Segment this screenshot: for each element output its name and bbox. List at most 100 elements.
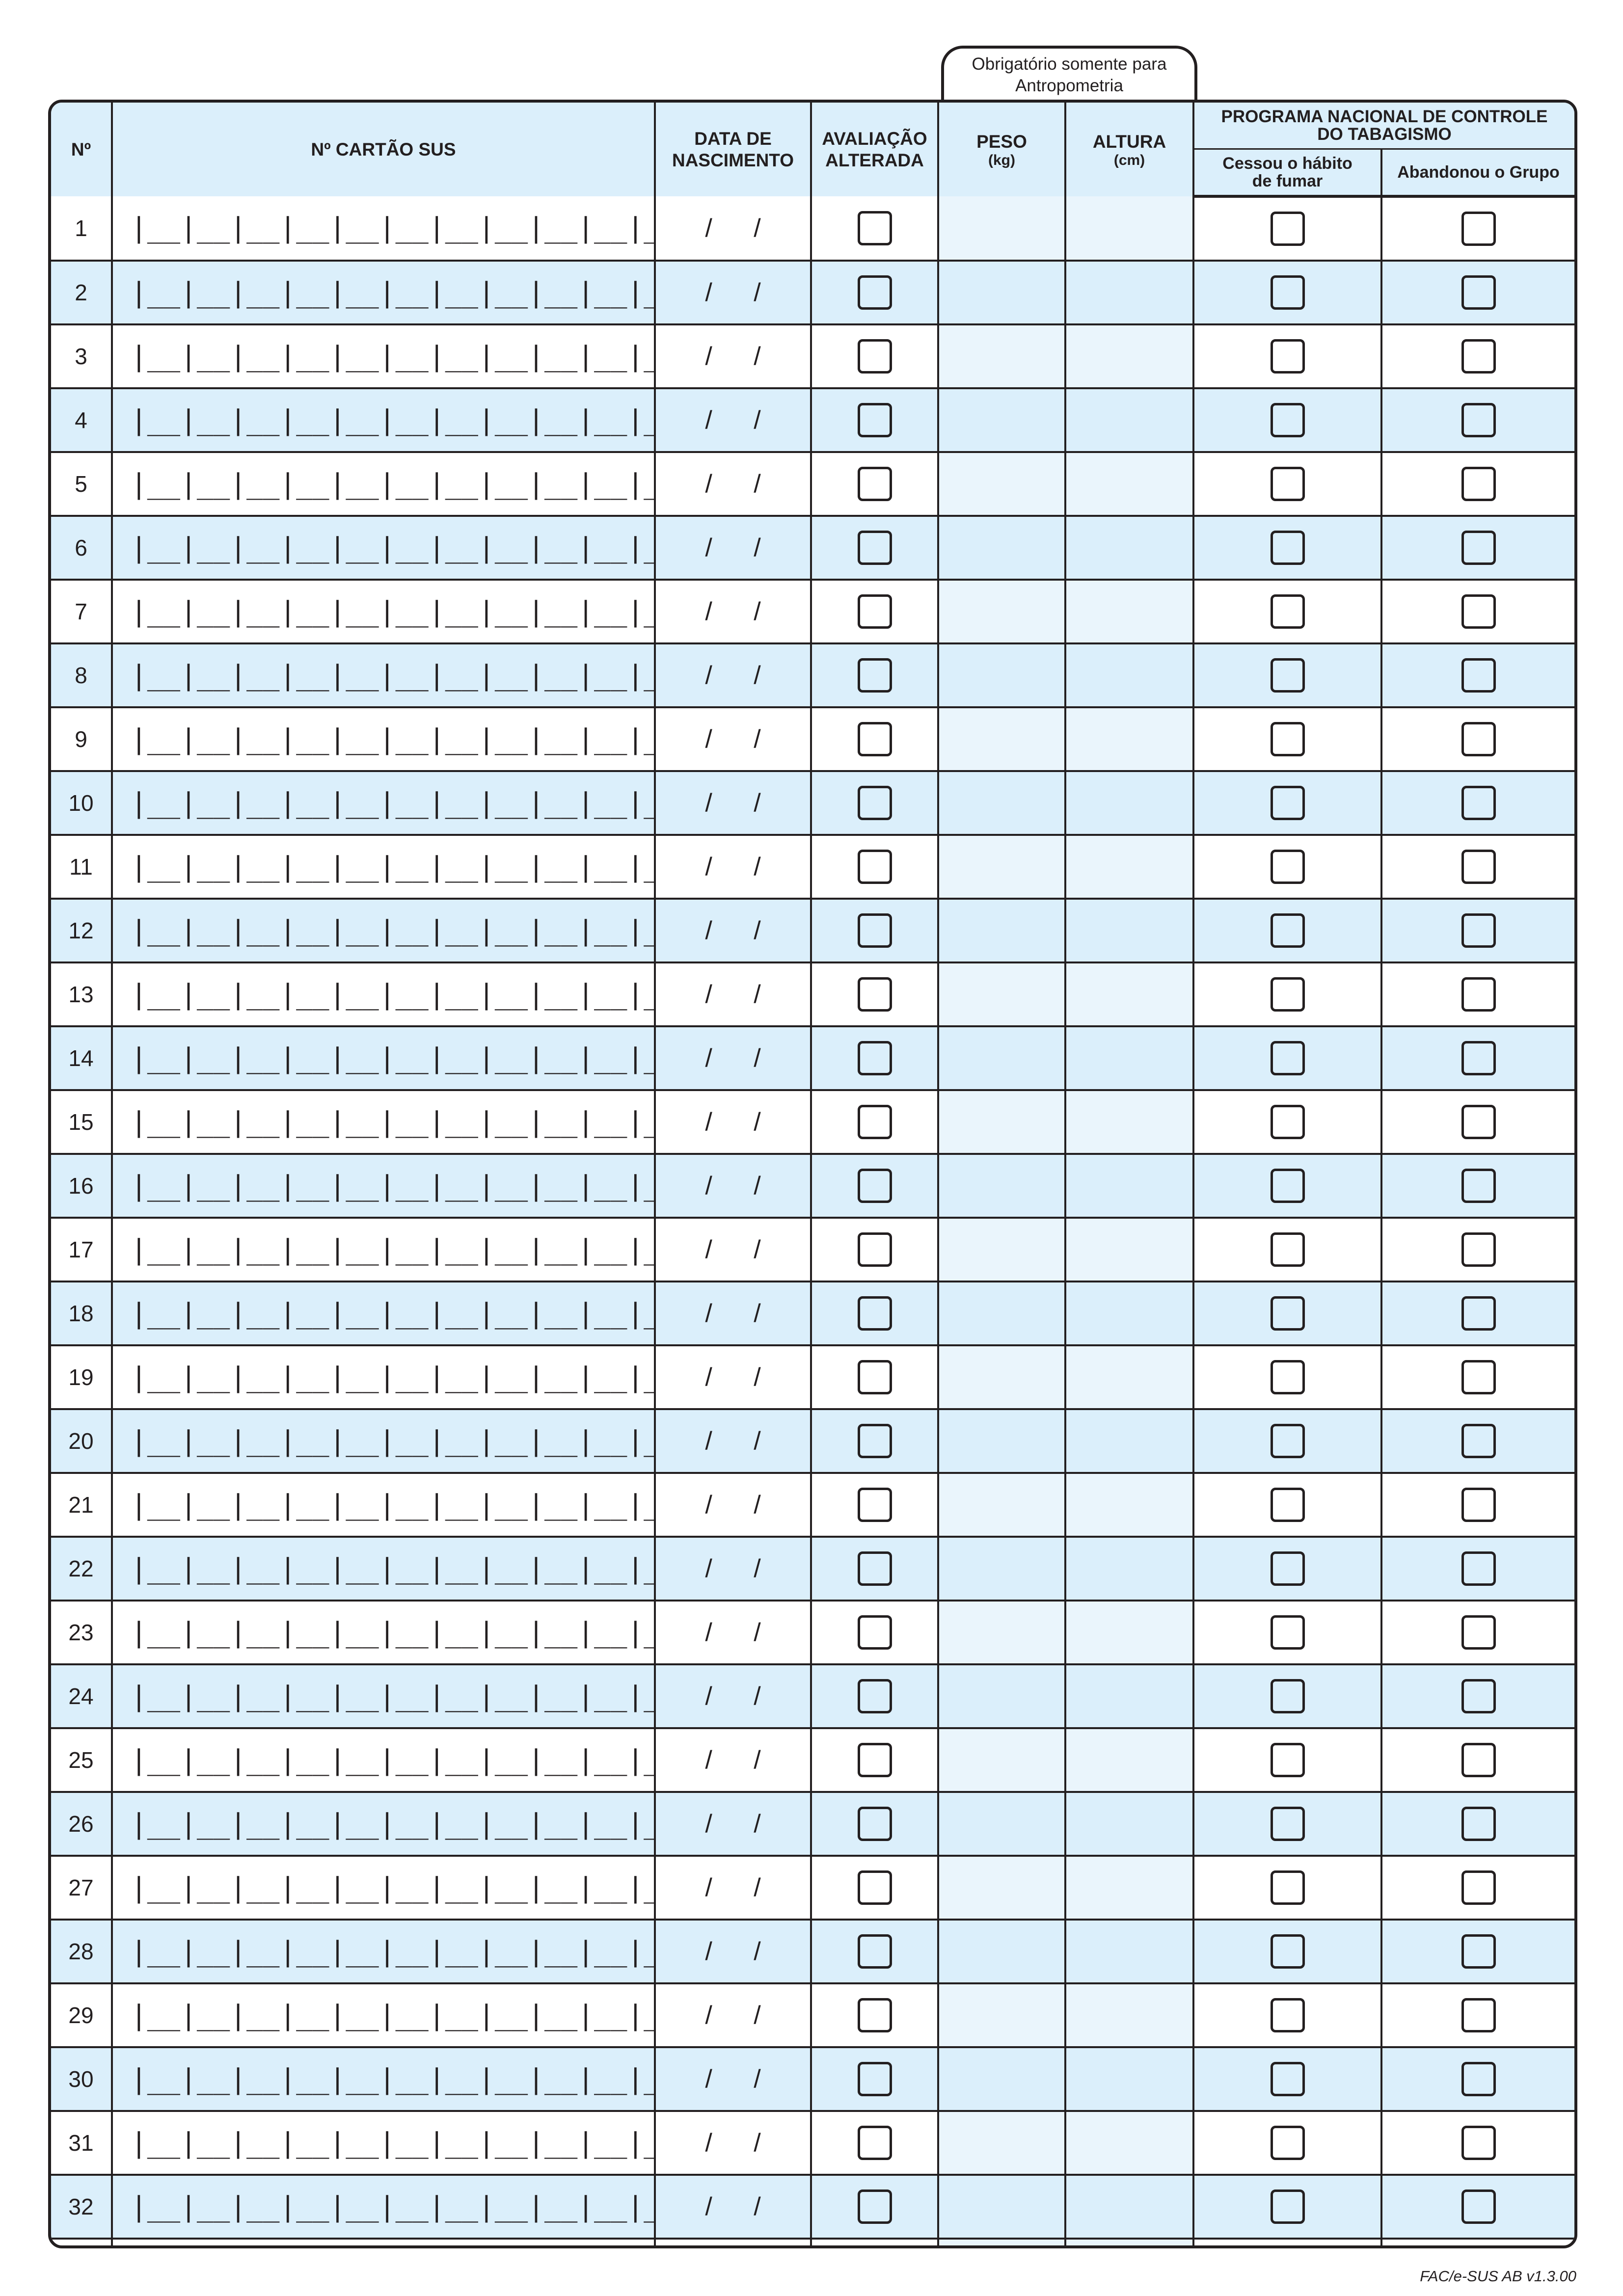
peso-field[interactable]: [938, 388, 1066, 453]
birth-date-field[interactable]: / /: [655, 835, 812, 900]
avaliacao-alterada-checkbox[interactable]: [857, 594, 892, 629]
avaliacao-alterada-checkbox[interactable]: [857, 658, 892, 693]
peso-field[interactable]: [938, 2047, 1066, 2112]
peso-field[interactable]: [938, 1409, 1066, 1474]
birth-date-field[interactable]: / /: [655, 1345, 812, 1410]
abandonou-grupo-checkbox[interactable]: [1461, 467, 1496, 501]
cartao-sus-field[interactable]: |__|__|__|__|__|__|__|__|__|__|__|__|__|…: [112, 1026, 656, 1091]
birth-date-field[interactable]: / /: [655, 1728, 812, 1793]
altura-field[interactable]: [1065, 1026, 1194, 1091]
peso-field[interactable]: [938, 1345, 1066, 1410]
peso-field[interactable]: [938, 1920, 1066, 1984]
cessou-fumar-checkbox[interactable]: [1270, 1615, 1305, 1650]
cessou-fumar-checkbox[interactable]: [1270, 531, 1305, 565]
peso-field[interactable]: [938, 2239, 1066, 2245]
avaliacao-alterada-checkbox[interactable]: [857, 1807, 892, 1841]
altura-field[interactable]: [1065, 2175, 1194, 2240]
birth-date-field[interactable]: / /: [655, 1473, 812, 1538]
abandonou-grupo-checkbox[interactable]: [1461, 658, 1496, 693]
abandonou-grupo-checkbox[interactable]: [1461, 1615, 1496, 1650]
cessou-fumar-checkbox[interactable]: [1270, 913, 1305, 948]
altura-field[interactable]: [1065, 1281, 1194, 1346]
avaliacao-alterada-checkbox[interactable]: [857, 1105, 892, 1139]
avaliacao-alterada-checkbox[interactable]: [857, 1488, 892, 1522]
birth-date-field[interactable]: / /: [655, 1218, 812, 1282]
peso-field[interactable]: [938, 452, 1066, 517]
altura-field[interactable]: [1065, 962, 1194, 1027]
cartao-sus-field[interactable]: |__|__|__|__|__|__|__|__|__|__|__|__|__|…: [112, 835, 656, 900]
avaliacao-alterada-checkbox[interactable]: [857, 403, 892, 437]
cessou-fumar-checkbox[interactable]: [1270, 850, 1305, 884]
abandonou-grupo-checkbox[interactable]: [1461, 850, 1496, 884]
cessou-fumar-checkbox[interactable]: [1270, 1743, 1305, 1777]
cessou-fumar-checkbox[interactable]: [1270, 1296, 1305, 1331]
birth-date-field[interactable]: / /: [655, 1792, 812, 1857]
birth-date-field[interactable]: / /: [655, 771, 812, 836]
altura-field[interactable]: [1065, 771, 1194, 836]
cartao-sus-field[interactable]: |__|__|__|__|__|__|__|__|__|__|__|__|__|…: [112, 1473, 656, 1538]
cessou-fumar-checkbox[interactable]: [1270, 1551, 1305, 1586]
peso-field[interactable]: [938, 1473, 1066, 1538]
altura-field[interactable]: [1065, 1537, 1194, 1602]
avaliacao-alterada-checkbox[interactable]: [857, 913, 892, 948]
cessou-fumar-checkbox[interactable]: [1270, 722, 1305, 756]
cartao-sus-field[interactable]: |__|__|__|__|__|__|__|__|__|__|__|__|__|…: [112, 707, 656, 772]
altura-field[interactable]: [1065, 1728, 1194, 1793]
avaliacao-alterada-checkbox[interactable]: [857, 1232, 892, 1267]
cessou-fumar-checkbox[interactable]: [1270, 467, 1305, 501]
abandonou-grupo-checkbox[interactable]: [1461, 786, 1496, 820]
altura-field[interactable]: [1065, 899, 1194, 963]
cessou-fumar-checkbox[interactable]: [1270, 275, 1305, 310]
cessou-fumar-checkbox[interactable]: [1270, 1424, 1305, 1458]
cartao-sus-field[interactable]: |__|__|__|__|__|__|__|__|__|__|__|__|__|…: [112, 1090, 656, 1155]
birth-date-field[interactable]: / /: [655, 1856, 812, 1921]
cessou-fumar-checkbox[interactable]: [1270, 658, 1305, 693]
abandonou-grupo-checkbox[interactable]: [1461, 1232, 1496, 1267]
cartao-sus-field[interactable]: |__|__|__|__|__|__|__|__|__|__|__|__|__|…: [112, 580, 656, 644]
cartao-sus-field[interactable]: |__|__|__|__|__|__|__|__|__|__|__|__|__|…: [112, 1281, 656, 1346]
abandonou-grupo-checkbox[interactable]: [1461, 1743, 1496, 1777]
cartao-sus-field[interactable]: |__|__|__|__|__|__|__|__|__|__|__|__|__|…: [112, 1920, 656, 1984]
cessou-fumar-checkbox[interactable]: [1270, 339, 1305, 374]
peso-field[interactable]: [938, 1664, 1066, 1729]
altura-field[interactable]: [1065, 2047, 1194, 2112]
altura-field[interactable]: [1065, 1409, 1194, 1474]
cartao-sus-field[interactable]: |__|__|__|__|__|__|__|__|__|__|__|__|__|…: [112, 1154, 656, 1219]
altura-field[interactable]: [1065, 1792, 1194, 1857]
cessou-fumar-checkbox[interactable]: [1270, 1807, 1305, 1841]
birth-date-field[interactable]: / /: [655, 580, 812, 644]
cartao-sus-field[interactable]: |__|__|__|__|__|__|__|__|__|__|__|__|__|…: [112, 2239, 656, 2245]
abandonou-grupo-checkbox[interactable]: [1461, 1105, 1496, 1139]
avaliacao-alterada-checkbox[interactable]: [857, 1870, 892, 1905]
avaliacao-alterada-checkbox[interactable]: [857, 211, 892, 245]
altura-field[interactable]: [1065, 1473, 1194, 1538]
avaliacao-alterada-checkbox[interactable]: [857, 339, 892, 374]
birth-date-field[interactable]: / /: [655, 452, 812, 517]
altura-field[interactable]: [1065, 1920, 1194, 1984]
cessou-fumar-checkbox[interactable]: [1270, 1360, 1305, 1394]
cartao-sus-field[interactable]: |__|__|__|__|__|__|__|__|__|__|__|__|__|…: [112, 261, 656, 325]
cartao-sus-field[interactable]: |__|__|__|__|__|__|__|__|__|__|__|__|__|…: [112, 899, 656, 963]
peso-field[interactable]: [938, 2111, 1066, 2176]
peso-field[interactable]: [938, 771, 1066, 836]
abandonou-grupo-checkbox[interactable]: [1461, 1169, 1496, 1203]
birth-date-field[interactable]: / /: [655, 2047, 812, 2112]
altura-field[interactable]: [1065, 1601, 1194, 1665]
avaliacao-alterada-checkbox[interactable]: [857, 1360, 892, 1394]
cartao-sus-field[interactable]: |__|__|__|__|__|__|__|__|__|__|__|__|__|…: [112, 643, 656, 708]
cartao-sus-field[interactable]: |__|__|__|__|__|__|__|__|__|__|__|__|__|…: [112, 516, 656, 581]
peso-field[interactable]: [938, 835, 1066, 900]
cartao-sus-field[interactable]: |__|__|__|__|__|__|__|__|__|__|__|__|__|…: [112, 2111, 656, 2176]
peso-field[interactable]: [938, 962, 1066, 1027]
cartao-sus-field[interactable]: |__|__|__|__|__|__|__|__|__|__|__|__|__|…: [112, 2175, 656, 2240]
birth-date-field[interactable]: / /: [655, 899, 812, 963]
abandonou-grupo-checkbox[interactable]: [1461, 1934, 1496, 1969]
cartao-sus-field[interactable]: |__|__|__|__|__|__|__|__|__|__|__|__|__|…: [112, 388, 656, 453]
abandonou-grupo-checkbox[interactable]: [1461, 1551, 1496, 1586]
altura-field[interactable]: [1065, 2111, 1194, 2176]
birth-date-field[interactable]: / /: [655, 1281, 812, 1346]
cessou-fumar-checkbox[interactable]: [1270, 1870, 1305, 1905]
cessou-fumar-checkbox[interactable]: [1270, 2062, 1305, 2096]
cartao-sus-field[interactable]: |__|__|__|__|__|__|__|__|__|__|__|__|__|…: [112, 196, 656, 262]
altura-field[interactable]: [1065, 388, 1194, 453]
